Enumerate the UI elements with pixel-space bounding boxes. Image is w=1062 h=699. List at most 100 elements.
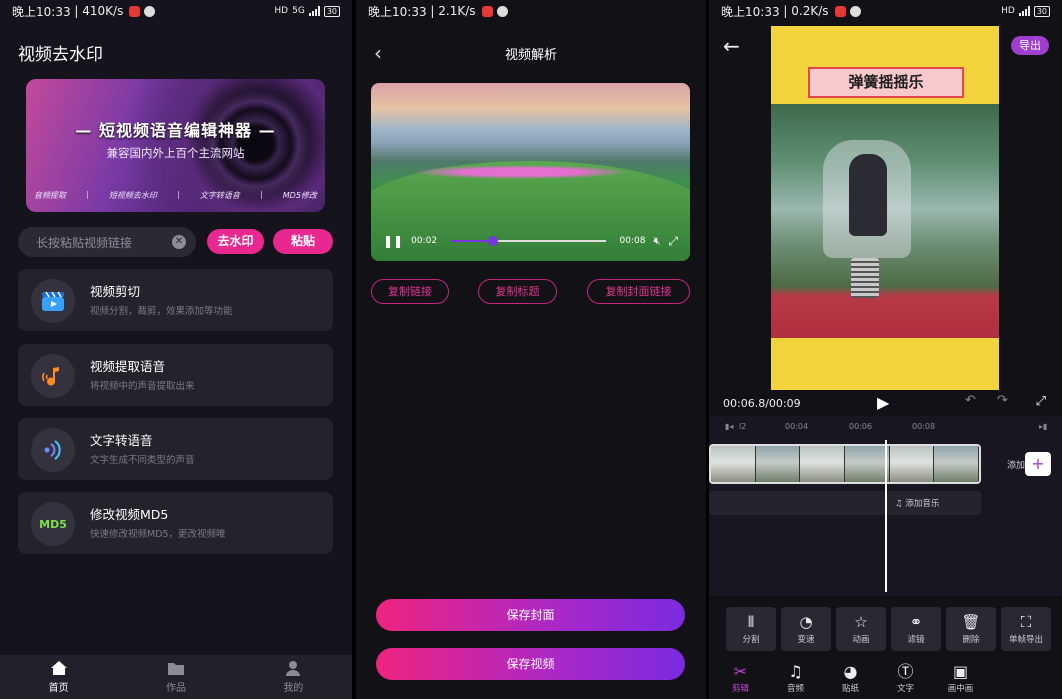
nav-audio[interactable]: ♫ 音频: [768, 658, 823, 699]
menu-extract-audio[interactable]: 视频提取语音 将视频中的声音提取出来: [18, 344, 333, 406]
fullscreen-icon[interactable]: ⤢: [668, 234, 678, 249]
menu-modify-md5[interactable]: MD5 修改视频MD5 快速修改视频MD5，更改视频唯: [18, 492, 333, 554]
ruler-end-icon: ▸▮: [1039, 422, 1048, 431]
copy-title-button[interactable]: 复制标题: [478, 279, 557, 304]
add-clip-label: 添加: [1007, 461, 1026, 471]
current-time: 00:02: [411, 236, 438, 246]
home-icon: [50, 661, 67, 675]
camera-lens-graphic: [201, 89, 311, 199]
video-preview[interactable]: 弹簧摇摇乐: [771, 26, 999, 390]
notification-icon: [129, 5, 141, 17]
pause-icon[interactable]: ❚❚: [383, 234, 403, 248]
hd-icon: HD: [274, 6, 289, 16]
video-title-overlay: 弹簧摇摇乐: [808, 67, 964, 98]
trash-icon: 🗑︎: [961, 612, 981, 631]
video-clip-strip[interactable]: [709, 444, 981, 484]
star-icon: ☆: [854, 612, 868, 631]
frame-export-icon: ⛶: [1020, 612, 1032, 631]
status-bar: 晚上10:33 | 2.1K/s: [356, 0, 706, 22]
nav-edit[interactable]: ✂ 剪辑: [713, 658, 768, 699]
status-bar: 晚上10:33 | 0.2K/s HD 30: [709, 0, 1062, 22]
edit-toolbar: ⫴ 分割 ◔ 变速 ☆ 动画 ⚭ 滤镜 🗑︎ 删除 ⛶ 单帧导出: [726, 607, 1051, 651]
tool-animation[interactable]: ☆ 动画: [836, 607, 886, 651]
tab-works[interactable]: 作品: [117, 655, 234, 699]
undo-icon[interactable]: ↶: [965, 393, 976, 408]
music-note-icon: [31, 354, 75, 398]
play-icon[interactable]: ▶: [877, 393, 889, 412]
seek-handle[interactable]: [487, 236, 498, 246]
battery-icon: 30: [1033, 5, 1050, 17]
add-clip-button[interactable]: +: [1025, 452, 1051, 476]
md5-icon: MD5: [31, 502, 75, 546]
tab-mine[interactable]: 我的: [235, 655, 352, 699]
page-title: 视频解析: [504, 48, 557, 63]
filter-icon: ⚭: [909, 612, 923, 631]
fullscreen-icon[interactable]: ⤢: [1036, 394, 1046, 409]
playback-time: 00:06.8/00:09: [723, 397, 801, 410]
music-icon: ♫: [788, 662, 803, 681]
paste-button[interactable]: 粘贴: [273, 229, 333, 254]
sticker-icon: ◕: [843, 662, 858, 681]
tab-home[interactable]: 首页: [0, 655, 117, 699]
copy-cover-link-button[interactable]: 复制封面链接: [587, 279, 690, 304]
video-parse-screen: 晚上10:33 | 2.1K/s ‹ 视频解析 ❚❚ 00:02 00:08 🔇…: [356, 0, 706, 699]
pip-icon: ▣: [952, 662, 969, 681]
menu-text-to-speech[interactable]: 文字转语音 文字生成不同类型的声音: [18, 418, 333, 480]
remove-watermark-button[interactable]: 去水印: [207, 229, 264, 254]
nav-text[interactable]: Ⓣ 文字: [878, 658, 933, 699]
save-video-button[interactable]: 保存视频: [376, 648, 685, 680]
user-icon: [286, 661, 301, 676]
status-bar: 晚上10:33 | 410K/s HD 5G 30: [0, 0, 352, 22]
battery-icon: 30: [323, 5, 340, 17]
add-music-button[interactable]: ♫ 添加音乐: [895, 497, 939, 509]
status-speed: 0.2K/s: [791, 4, 829, 18]
home-screen: 晚上10:33 | 410K/s HD 5G 30 视频去水印 — 短视频语音编…: [0, 0, 352, 699]
tool-delete[interactable]: 🗑︎ 删除: [946, 607, 996, 651]
signal-icon: [1018, 6, 1030, 16]
app-icon: [849, 5, 861, 17]
tool-frame-export[interactable]: ⛶ 单帧导出: [1001, 607, 1051, 651]
clear-icon[interactable]: ✕: [172, 235, 186, 249]
video-player[interactable]: ❚❚ 00:02 00:08 🔇︎ ⤢: [371, 83, 690, 261]
tool-speed[interactable]: ◔ 变速: [781, 607, 831, 651]
editor-bottom-nav: ✂ 剪辑 ♫ 音频 ◕ 贴纸 Ⓣ 文字 ▣ 画中画: [709, 658, 1062, 699]
menu-video-cut[interactable]: 视频剪切 视频分割，裁剪，效果添加等功能: [18, 269, 333, 331]
tool-filter[interactable]: ⚭ 滤镜: [891, 607, 941, 651]
playhead[interactable]: [885, 440, 887, 592]
nav-pip[interactable]: ▣ 画中画: [933, 658, 988, 699]
music-track[interactable]: [709, 491, 981, 515]
export-button[interactable]: 导出: [1011, 36, 1049, 55]
clapperboard-icon: [31, 279, 75, 323]
mute-icon[interactable]: 🔇︎: [653, 234, 660, 248]
sound-wave-icon: [31, 428, 75, 472]
video-frame: [771, 104, 999, 338]
speed-icon: ◔: [799, 612, 813, 631]
time-ruler: ▮◂ l2 00:04 00:06 00:08 ▸▮: [725, 422, 1048, 431]
ruler-start-icon: ▮◂: [725, 422, 734, 431]
signal-icon: [308, 6, 320, 16]
save-cover-button[interactable]: 保存封面: [376, 599, 685, 631]
scissors-icon: ✂: [733, 662, 748, 681]
folder-icon: [167, 662, 184, 675]
seek-bar[interactable]: [451, 236, 606, 246]
text-icon: Ⓣ: [897, 662, 914, 681]
status-time: 晚上10:33: [368, 4, 427, 19]
redo-icon[interactable]: ↷: [997, 393, 1008, 408]
link-input-placeholder: 长按粘贴视频链接: [36, 235, 133, 250]
network-type: 5G: [292, 6, 305, 16]
split-icon: ⫴: [747, 612, 755, 631]
banner-features: 音频提取 | 短视频去水印 | 文字转语音 | MD5修改: [34, 190, 317, 200]
notification-icon: [834, 5, 846, 17]
copy-link-button[interactable]: 复制链接: [371, 279, 449, 304]
total-time: 00:08: [619, 236, 646, 246]
hd-icon: HD: [1001, 6, 1015, 16]
back-arrow-icon[interactable]: ←: [723, 34, 740, 58]
seek-progress: [451, 240, 493, 242]
promo-banner[interactable]: — 短视频语音编辑神器 — 兼容国内外上百个主流网站 音频提取 | 短视频去水印 |…: [26, 79, 325, 212]
link-input[interactable]: 长按粘贴视频链接 ✕: [18, 227, 196, 257]
app-icon: [496, 5, 508, 17]
tool-split[interactable]: ⫴ 分割: [726, 607, 776, 651]
notification-icon: [481, 5, 493, 17]
nav-sticker[interactable]: ◕ 贴纸: [823, 658, 878, 699]
status-speed: 2.1K/s: [438, 4, 476, 18]
